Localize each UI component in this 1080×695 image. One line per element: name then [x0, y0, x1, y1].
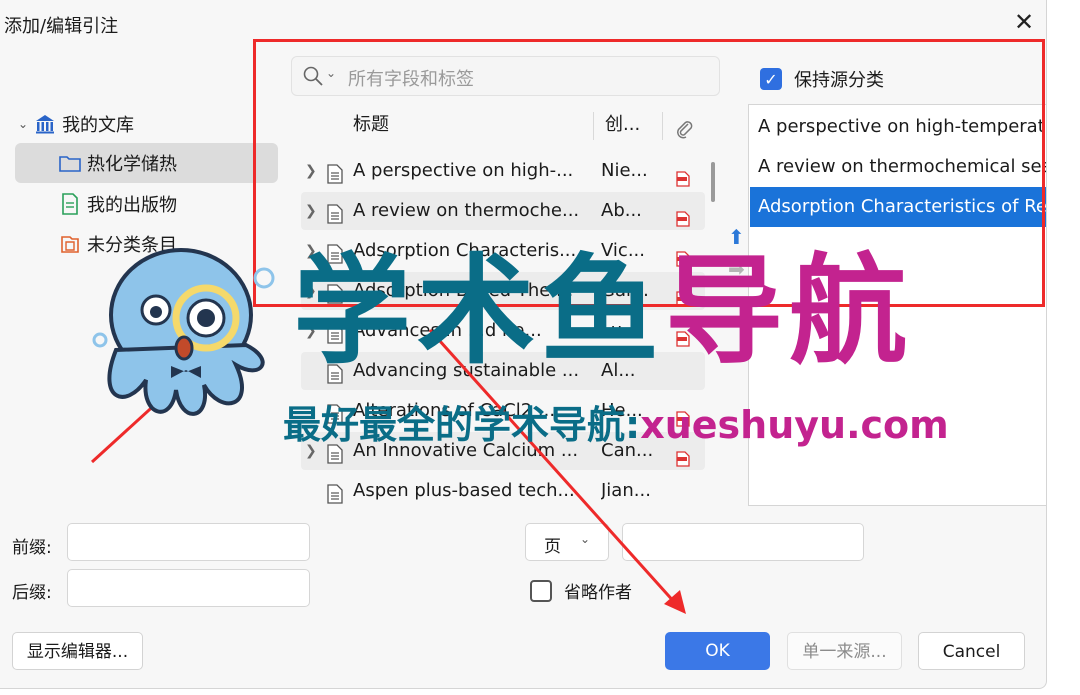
- octopus-mascot-icon: [92, 248, 275, 416]
- watermark-subtitle: 最好最全的学术导航:xueshuyu.com: [283, 400, 949, 450]
- watermark-title-part1: 学术鱼: [293, 242, 666, 380]
- watermark-subtitle-part1: 最好最全的学术导航:: [283, 403, 641, 447]
- watermark-subtitle-part2: xueshuyu.com: [640, 403, 949, 447]
- watermark-title: 学术鱼导航: [293, 246, 913, 376]
- watermark-title-part2: 导航: [665, 242, 914, 380]
